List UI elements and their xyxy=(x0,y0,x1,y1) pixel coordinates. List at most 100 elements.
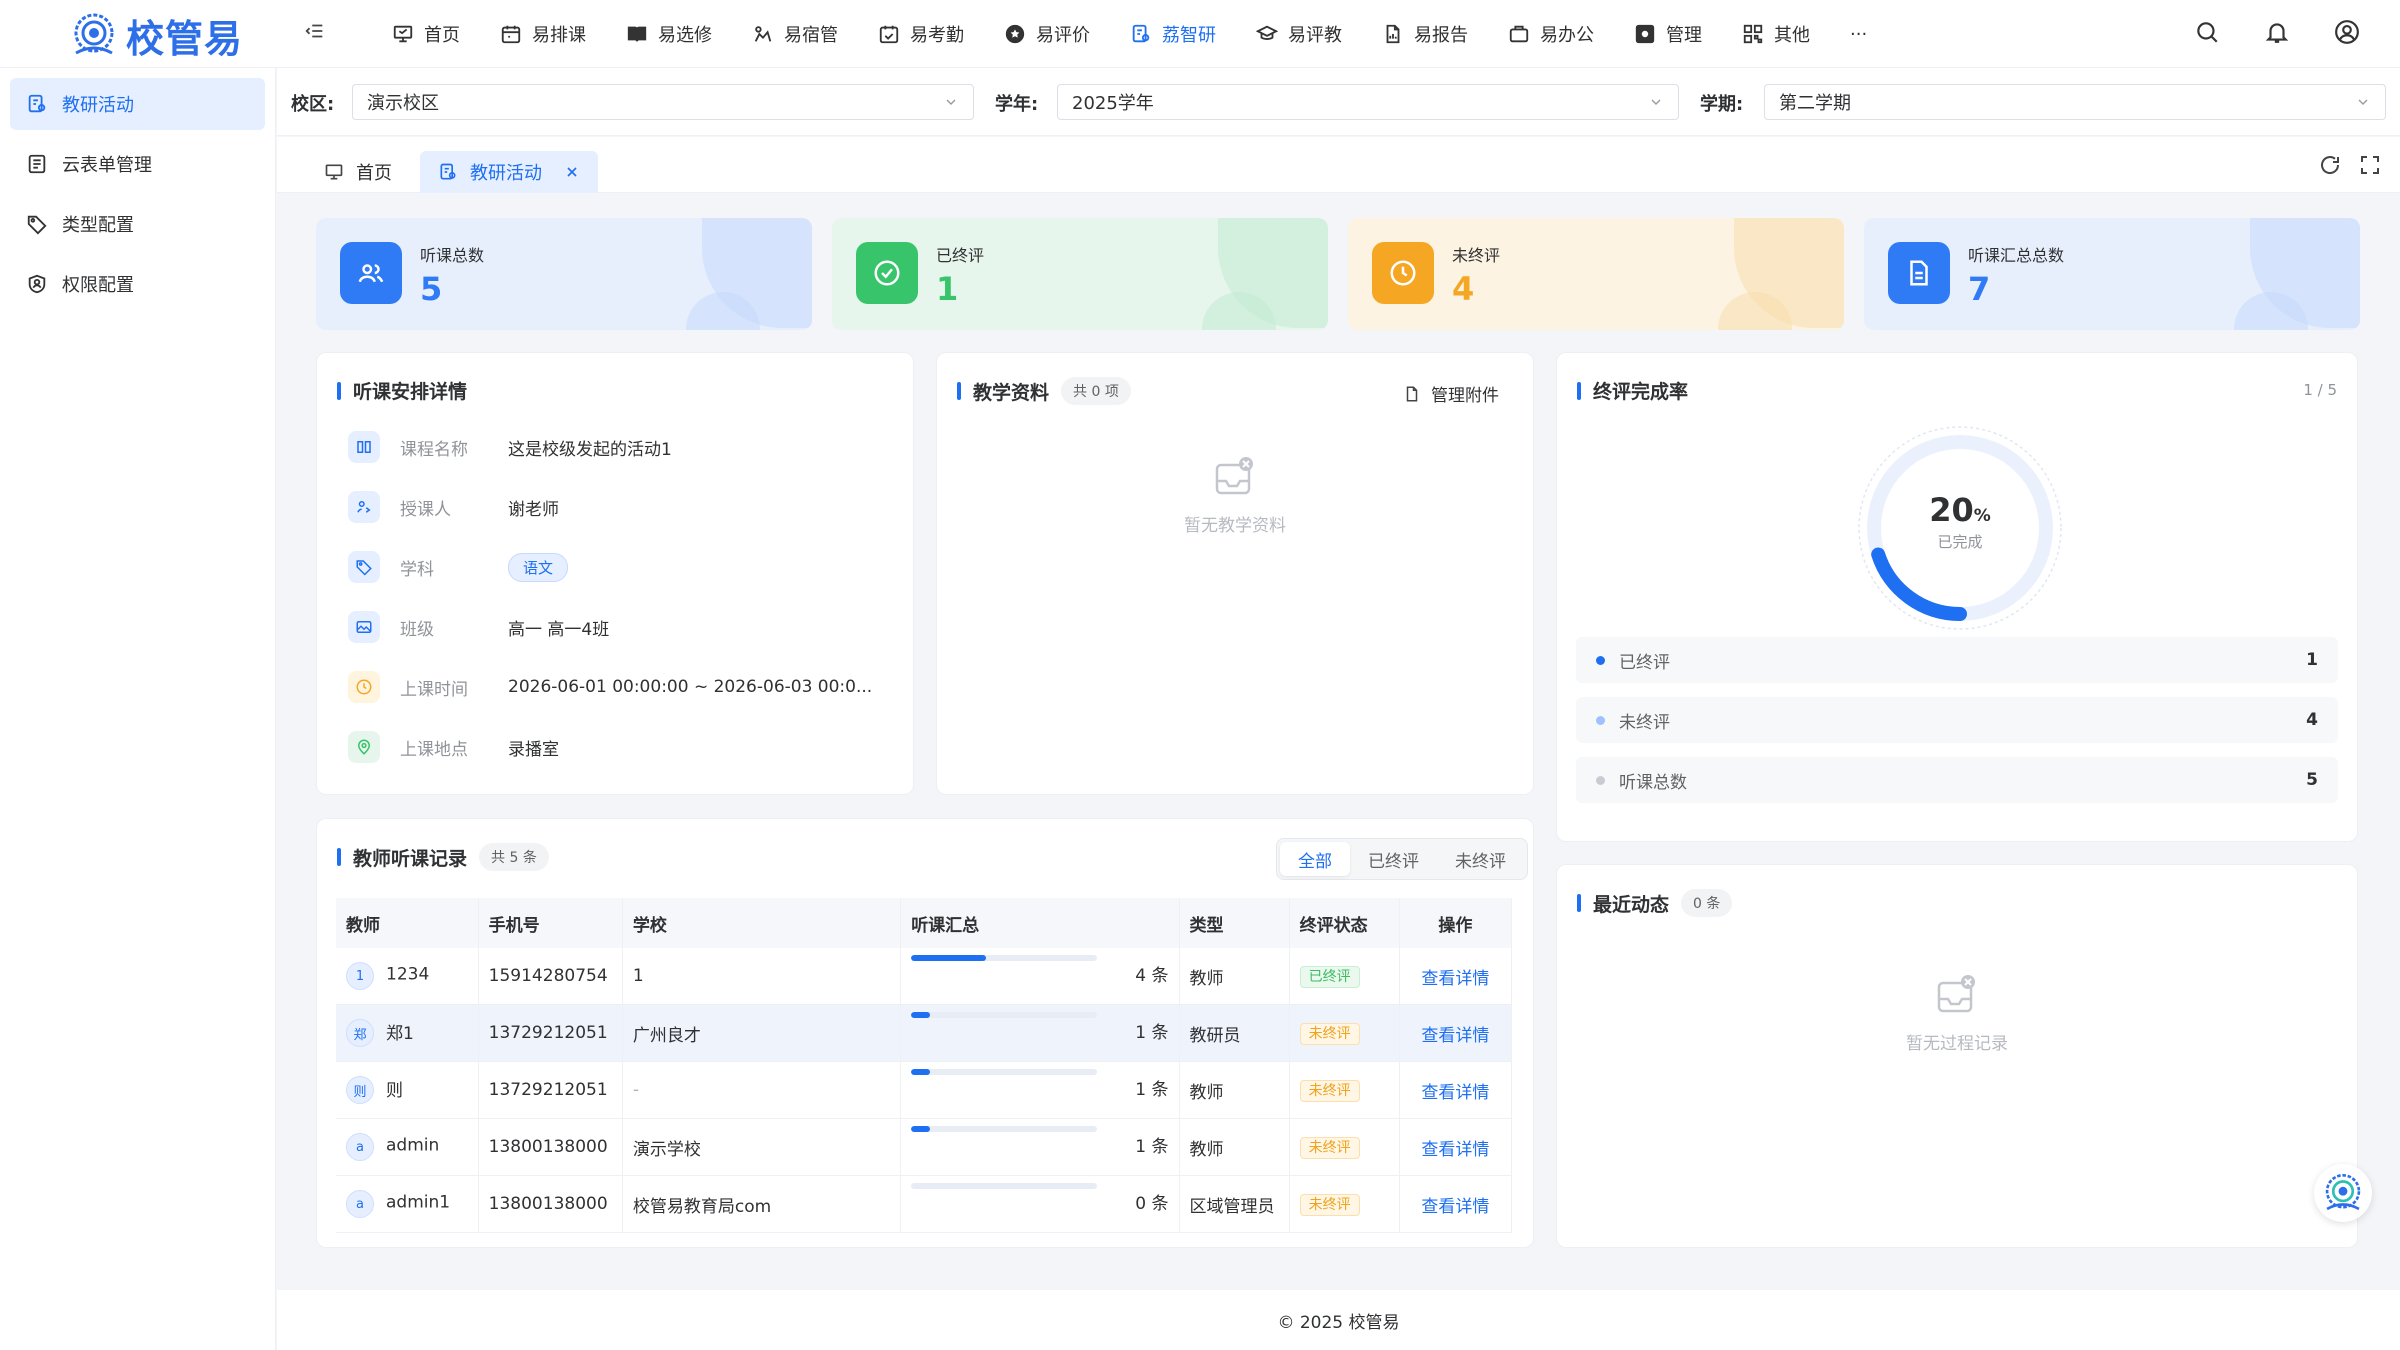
nav-item-7[interactable]: 易评教 xyxy=(1236,0,1362,68)
filter-bar: 校区: 演示校区 学年: 2025学年 学期: 第二学期 xyxy=(277,68,2400,136)
sidebar-item-label: 权限配置 xyxy=(62,275,134,296)
tab-research-activity[interactable]: 教研活动 xyxy=(420,151,598,193)
term-select[interactable]: 第二学期 xyxy=(1764,84,2386,120)
filter-tab-2[interactable]: 未终评 xyxy=(1437,842,1524,876)
subject-tag: 语文 xyxy=(508,552,569,582)
manage-attachments-button[interactable]: 管理附件 xyxy=(1403,381,1499,406)
nav-item-6[interactable]: 荔智研 xyxy=(1110,0,1236,68)
section-title: 终评完成率 xyxy=(1577,377,1688,404)
nav-item-10[interactable]: 管理 xyxy=(1614,0,1722,68)
detail-title: 听课安排详情 xyxy=(353,381,468,403)
nav-item-0[interactable]: 首页 xyxy=(372,0,480,68)
nav-item-label: 易评价 xyxy=(1036,25,1090,46)
summary-count: 1 条 xyxy=(1135,1023,1169,1043)
table-row[interactable]: 郑郑1 13729212051 广州良才 1 条教研员 未终评 查看详情 xyxy=(336,1004,1513,1062)
detail-icon-box xyxy=(348,611,380,643)
view-details-link[interactable]: 查看详情 xyxy=(1421,1197,1489,1217)
view-details-link[interactable]: 查看详情 xyxy=(1421,1140,1489,1160)
legend-name: 未终评 xyxy=(1596,708,1670,733)
summary-progress-fill xyxy=(911,955,986,961)
detail-icon-box xyxy=(348,731,380,763)
chevron-down-icon xyxy=(2358,99,2368,105)
table-row[interactable]: 则则 13729212051-1 条教师 未终评 查看详情 xyxy=(336,1061,1513,1119)
stat-value: 5 xyxy=(420,270,443,308)
location-pin-icon xyxy=(357,739,371,755)
status-badge: 未终评 xyxy=(1299,1194,1360,1216)
teacher-cell: 1 1234 xyxy=(336,948,479,1005)
detail-icon-box xyxy=(348,431,380,463)
completion-legend-row-1: 未终评 4 xyxy=(1576,697,2338,743)
nav-item-1[interactable]: 易排课 xyxy=(480,0,606,68)
book-icon xyxy=(357,441,371,453)
term-label: 学期: xyxy=(1700,94,1744,115)
refresh-button[interactable] xyxy=(2318,153,2342,182)
menu-collapse-button[interactable] xyxy=(304,20,332,48)
search-button[interactable] xyxy=(2194,19,2220,50)
table-row[interactable]: a admin1 13800138000 校管易教育局com 0 条区域管理员 未终评 查看… xyxy=(336,1175,1513,1233)
nav-item-label: 其他 xyxy=(1774,25,1810,46)
legend-name: 听课总数 xyxy=(1596,768,1687,793)
sidebar-item-3[interactable]: 权限配置 xyxy=(10,258,265,310)
nav-item-4[interactable]: 易考勤 xyxy=(858,0,984,68)
legend-label: 听课总数 xyxy=(1619,772,1687,793)
school-cell: 广州良才 xyxy=(622,1004,902,1062)
nav-item-9[interactable]: 易办公 xyxy=(1488,0,1614,68)
school-cell: 1 xyxy=(622,948,902,1005)
footer-copyright: © 2025 校管易 xyxy=(1277,1312,1400,1333)
app-logo[interactable]: 校管易 xyxy=(68,6,243,64)
filter-tab-0[interactable]: 全部 xyxy=(1280,842,1350,876)
view-details-link[interactable]: 查看详情 xyxy=(1421,969,1489,989)
title-accent-bar xyxy=(1577,894,1581,912)
campus-select[interactable]: 演示校区 xyxy=(352,84,974,120)
detail-value: 录播室 xyxy=(508,739,559,760)
document-icon xyxy=(1910,260,1928,286)
teacher-name: 郑1 xyxy=(386,1023,414,1044)
sidebar-item-0[interactable]: 教研活动 xyxy=(10,78,265,130)
user-circle-icon xyxy=(2335,19,2359,44)
nav-item-label: 易办公 xyxy=(1540,25,1594,46)
research-icon xyxy=(440,163,456,180)
footer: © 2025 校管易 xyxy=(277,1290,2400,1350)
sidebar-item-2[interactable]: 类型配置 xyxy=(10,198,265,250)
avatar: 1 xyxy=(346,962,374,990)
phone-cell: 15914280754 xyxy=(478,948,623,1005)
fullscreen-button[interactable] xyxy=(2358,153,2382,182)
nav-item-2[interactable]: 易选修 xyxy=(606,0,732,68)
stat-card-3: 听课汇总总数 7 xyxy=(1864,218,2360,330)
recent-empty-state: 暂无过程记录 xyxy=(1557,971,2357,1054)
completion-pager: 1 / 5 xyxy=(2303,381,2337,399)
table-row[interactable]: 1 1234 15914280754 1 4 条教师 已终评 查看详情 xyxy=(336,948,1513,1005)
search-icon xyxy=(2197,21,2218,43)
user-avatar-button[interactable] xyxy=(2334,19,2360,50)
nav-item-3[interactable]: 易宿管 xyxy=(732,0,858,68)
summary-cell: 4 条 xyxy=(900,948,1180,1005)
tab-home[interactable]: 首页 xyxy=(306,151,410,193)
nav-item-8[interactable]: 易报告 xyxy=(1362,0,1488,68)
clock-icon xyxy=(1390,260,1416,286)
column-header: 教师 xyxy=(336,898,479,948)
table-row[interactable]: a admin 13800138000 演示学校 1 条教师 未终评 查看详情 xyxy=(336,1118,1513,1176)
campus-value: 演示校区 xyxy=(367,93,439,114)
stat-icon-box xyxy=(340,242,402,304)
materials-empty-state: 暂无教学资料 xyxy=(937,453,1533,536)
filter-tab-1[interactable]: 已终评 xyxy=(1350,842,1437,876)
settings-box-icon xyxy=(1635,24,1655,44)
close-icon[interactable] xyxy=(564,164,580,180)
nav-item-11[interactable]: 其他 xyxy=(1722,0,1830,68)
nav-more-button[interactable]: ··· xyxy=(1830,0,1887,68)
top-nav: 首页 易排课 易选修 易宿管 易考勤 易评价 荔智研 易评教 易报告 易办公 管理 其他 ··· xyxy=(372,0,1887,68)
teacher-cell: 郑郑1 xyxy=(336,1004,479,1062)
summary-progress-bar xyxy=(911,1126,1098,1132)
nav-item-label: 首页 xyxy=(424,25,460,46)
view-details-link[interactable]: 查看详情 xyxy=(1421,1026,1489,1046)
logo-emblem-icon xyxy=(74,13,114,55)
nav-item-5[interactable]: 易评价 xyxy=(984,0,1110,68)
action-cell: 查看详情 xyxy=(1399,1118,1513,1176)
view-details-link[interactable]: 查看详情 xyxy=(1421,1083,1489,1103)
sidebar-item-1[interactable]: 云表单管理 xyxy=(10,138,265,190)
floating-assistant-button[interactable] xyxy=(2314,1164,2372,1222)
notification-button[interactable] xyxy=(2264,19,2290,50)
year-select[interactable]: 2025学年 xyxy=(1057,84,1679,120)
materials-count-badge: 共 0 项 xyxy=(1061,377,1131,405)
term-value: 第二学期 xyxy=(1779,93,1851,114)
